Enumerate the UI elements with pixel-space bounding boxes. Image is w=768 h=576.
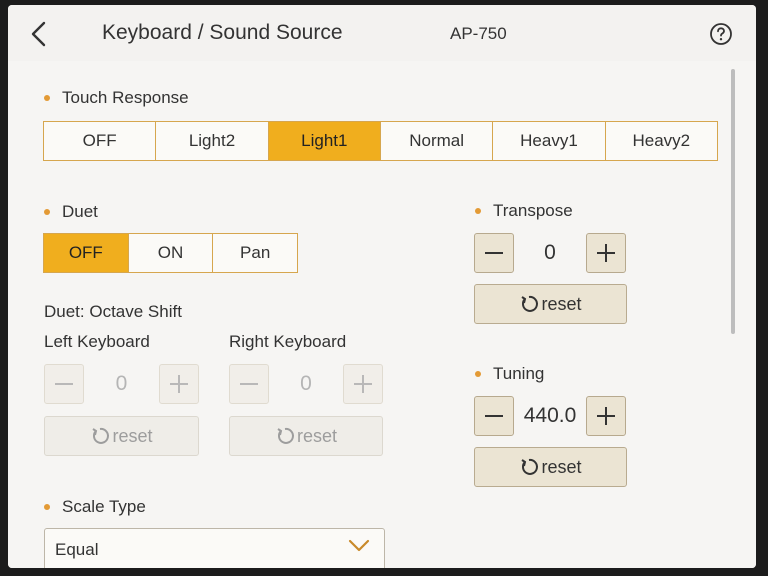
touch-response-off[interactable]: OFF: [44, 122, 157, 160]
touch-response-heavy1[interactable]: Heavy1: [493, 122, 606, 160]
scale-type-dropdown[interactable]: Equal: [44, 528, 385, 568]
page-title: Keyboard / Sound Source: [102, 21, 343, 44]
left-keyboard-plus-button[interactable]: [159, 364, 199, 404]
scale-type-selected-value: Equal: [55, 540, 99, 559]
plus-icon: [170, 375, 188, 393]
tuning-reset-button[interactable]: reset: [474, 447, 627, 487]
tuning-reset-label: reset: [541, 456, 582, 477]
duet-selector: OFF ON Pan: [43, 233, 298, 273]
tuning-label: Tuning: [475, 364, 544, 384]
bullet-dot: [475, 208, 481, 214]
transpose-plus-button[interactable]: [586, 233, 626, 273]
bullet-dot: [44, 95, 50, 101]
scrollbar[interactable]: [731, 69, 735, 334]
tuning-value: 440.0: [523, 404, 577, 427]
transpose-value: 0: [544, 241, 556, 264]
duet-octave-shift-label: Duet: Octave Shift: [44, 302, 182, 321]
duet-on[interactable]: ON: [129, 234, 214, 272]
scale-type-label-text: Scale Type: [62, 497, 146, 516]
touch-response-label: Touch Response: [44, 88, 189, 108]
scale-type-label: Scale Type: [44, 497, 146, 517]
bullet-dot: [44, 209, 50, 215]
device-screen: Keyboard / Sound Source AP-750 Touch Res…: [8, 5, 756, 568]
bullet-dot: [44, 504, 50, 510]
right-keyboard-reset-label: reset: [296, 425, 338, 446]
left-keyboard-reset-button[interactable]: reset: [44, 416, 199, 456]
touch-response-label-text: Touch Response: [62, 88, 189, 107]
transpose-minus-button[interactable]: [474, 233, 514, 273]
touch-response-light2[interactable]: Light2: [156, 122, 269, 160]
tuning-minus-button[interactable]: [474, 396, 514, 436]
model-name: AP-750: [450, 24, 507, 43]
refresh-icon: [277, 427, 294, 444]
duet-off[interactable]: OFF: [44, 234, 129, 272]
refresh-icon: [521, 458, 539, 475]
refresh-icon: [92, 427, 110, 444]
bullet-dot: [475, 371, 481, 377]
duet-label: Duet: [44, 202, 98, 222]
transpose-label-text: Transpose: [493, 201, 573, 220]
left-keyboard-minus-button[interactable]: [44, 364, 84, 404]
chevron-left-icon[interactable]: [26, 19, 52, 49]
transpose-label: Transpose: [475, 201, 573, 221]
refresh-icon: [521, 295, 539, 312]
touch-response-heavy2[interactable]: Heavy2: [606, 122, 717, 160]
right-keyboard-plus-button[interactable]: [343, 364, 383, 404]
minus-icon: [55, 383, 73, 385]
touch-response-light1[interactable]: Light1: [268, 122, 381, 160]
right-keyboard-label: Right Keyboard: [229, 332, 347, 351]
tuning-label-text: Tuning: [493, 364, 545, 383]
chevron-down-icon: [348, 539, 370, 552]
minus-icon: [485, 252, 503, 254]
plus-icon: [597, 407, 615, 425]
tuning-plus-button[interactable]: [586, 396, 626, 436]
transpose-reset-label: reset: [541, 293, 582, 314]
left-keyboard-reset-label: reset: [112, 425, 153, 446]
right-keyboard-value: 0: [300, 372, 312, 395]
header-bar: Keyboard / Sound Source AP-750: [8, 5, 756, 61]
minus-icon: [240, 383, 258, 385]
question-circle-icon[interactable]: [709, 22, 733, 46]
right-keyboard-minus-button[interactable]: [229, 364, 269, 404]
left-keyboard-value: 0: [115, 372, 128, 395]
plus-icon: [597, 244, 615, 262]
duet-label-text: Duet: [62, 202, 98, 221]
right-keyboard-reset-button[interactable]: reset: [229, 416, 383, 456]
touch-response-selector: OFF Light2 Light1 Normal Heavy1 Heavy2: [43, 121, 718, 161]
plus-icon: [354, 375, 372, 393]
minus-icon: [485, 415, 503, 417]
touch-response-normal[interactable]: Normal: [381, 122, 494, 160]
transpose-reset-button[interactable]: reset: [474, 284, 627, 324]
left-keyboard-label: Left Keyboard: [44, 332, 150, 351]
duet-pan[interactable]: Pan: [213, 234, 297, 272]
